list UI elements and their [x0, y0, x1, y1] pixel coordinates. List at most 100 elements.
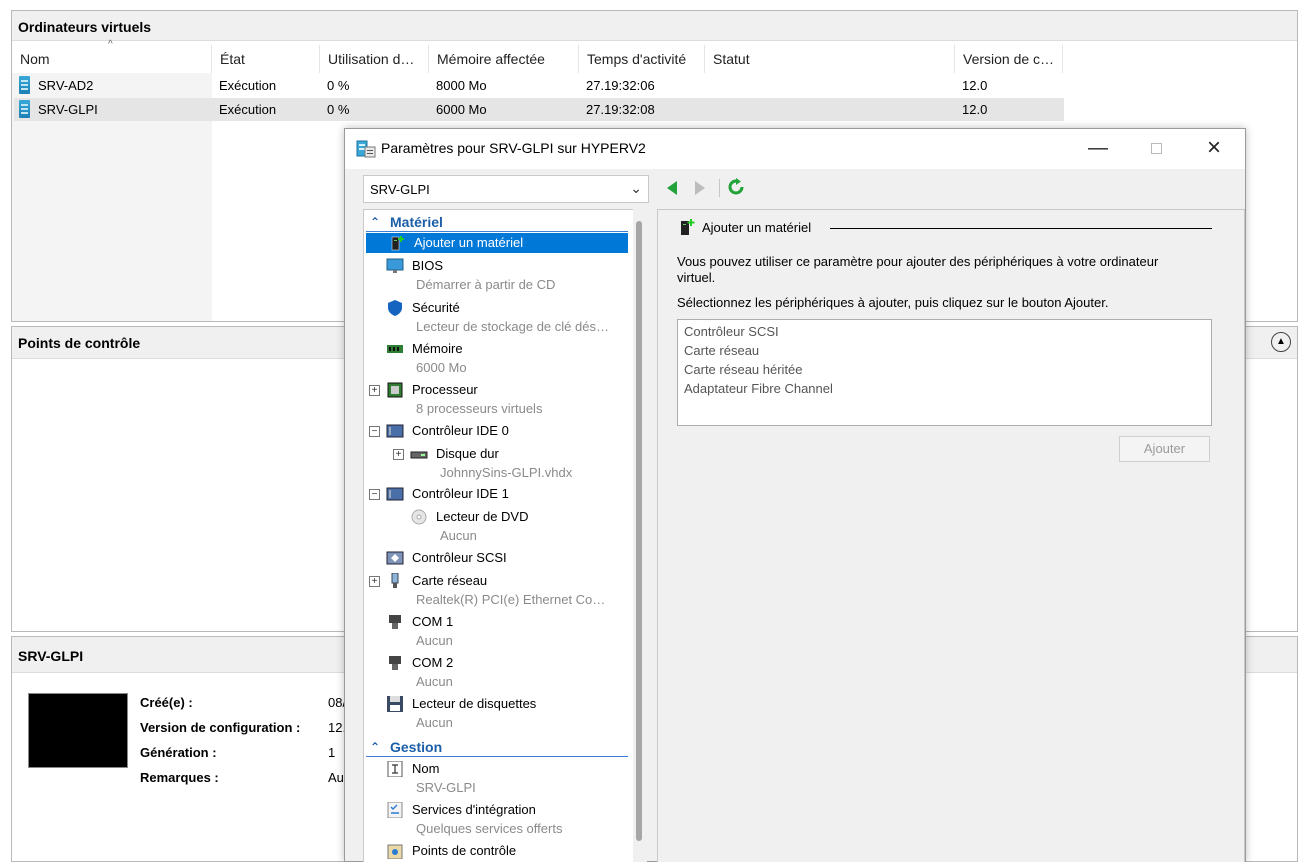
tree-item-sub: Aucun	[416, 674, 453, 689]
virtual-machine-icon	[19, 100, 30, 118]
tree-item-label: Lecteur de DVD	[436, 509, 529, 524]
tree-item-sub: Quelques services offerts	[416, 821, 563, 836]
tree-item-security[interactable]: Sécurité	[386, 298, 626, 318]
tree-item-floppy[interactable]: Lecteur de disquettes	[386, 694, 626, 714]
close-button[interactable]: ×	[1185, 129, 1243, 167]
tree-item-sub: Lecteur de stockage de clé dés…	[416, 319, 609, 334]
vm-select-value: SRV-GLPI	[370, 182, 430, 197]
settings-app-icon	[356, 140, 376, 158]
tree-item-memory[interactable]: Mémoire	[386, 339, 626, 359]
tree-item-integration-services[interactable]: Services d'intégration	[386, 800, 626, 820]
tree-item-label: BIOS	[412, 258, 444, 273]
notes-label: Remarques :	[140, 770, 219, 785]
settings-tree: ⌃ Matériel Ajouter un matériel BIOS Déma…	[363, 209, 643, 862]
tree-item-hard-disk[interactable]: Disque dur	[410, 444, 626, 464]
tree-item-com2[interactable]: COM 2	[386, 653, 626, 673]
list-item[interactable]: Carte réseau héritée	[684, 360, 1205, 379]
col-state[interactable]: État	[212, 45, 320, 73]
col-cpu[interactable]: Utilisation d…	[320, 45, 429, 73]
vm-uptime: 27.19:32:06	[586, 78, 655, 93]
section-hardware[interactable]: ⌃ Matériel	[366, 212, 628, 232]
controller-icon	[386, 487, 404, 501]
expand-icon[interactable]: +	[393, 449, 404, 460]
tree-item-label: COM 2	[412, 655, 454, 670]
tree-scrollbar[interactable]	[633, 209, 647, 862]
tree-item-com1[interactable]: COM 1	[386, 612, 626, 632]
tree-item-label: COM 1	[412, 614, 454, 629]
virtual-machine-icon	[19, 76, 30, 94]
list-item[interactable]: Adaptateur Fibre Channel	[684, 379, 1205, 398]
expand-icon[interactable]: +	[369, 576, 380, 587]
section-management[interactable]: ⌃ Gestion	[366, 737, 628, 757]
collapse-section-icon: ⌃	[370, 740, 381, 754]
list-item[interactable]: Contrôleur SCSI	[684, 322, 1205, 341]
vm-state: Exécution	[219, 78, 277, 93]
tree-item-label: Disque dur	[436, 446, 499, 461]
settings-dialog: Paramètres pour SRV-GLPI sur HYPERV2 — ×…	[344, 128, 1246, 862]
tree-item-sub: Aucun	[440, 528, 477, 543]
col-status[interactable]: Statut	[705, 45, 955, 73]
collapse-icon[interactable]: −	[369, 426, 380, 437]
serial-port-icon	[389, 656, 401, 670]
tree-item-label: Nom	[412, 761, 440, 776]
tree-item-checkpoints[interactable]: Points de contrôle	[386, 841, 626, 861]
tree-item-bios[interactable]: BIOS	[386, 256, 626, 276]
table-row[interactable]: SRV-GLPI Exécution 0 % 6000 Mo 27.19:32:…	[14, 98, 1064, 121]
forward-arrow-icon[interactable]	[693, 180, 707, 196]
tree-item-label: Contrôleur SCSI	[412, 550, 507, 565]
tree-item-sub: Démarrer à partir de CD	[416, 277, 556, 292]
tree-item-processor[interactable]: Processeur	[386, 380, 626, 400]
tree-item-sub: 8 processeurs virtuels	[416, 401, 543, 416]
device-listbox[interactable]: Contrôleur SCSI Carte réseau Carte résea…	[677, 319, 1212, 426]
monitor-icon	[386, 258, 404, 273]
minimize-button[interactable]: —	[1069, 129, 1127, 167]
list-item[interactable]: Carte réseau	[684, 341, 1205, 360]
network-adapter-icon	[391, 573, 399, 588]
created-label: Créé(e) :	[140, 695, 193, 710]
collapse-up-icon[interactable]: ▲	[1271, 332, 1291, 352]
vm-state: Exécution	[219, 102, 277, 117]
tree-item-sub: SRV-GLPI	[416, 780, 476, 795]
tree-item-label: Ajouter un matériel	[414, 235, 524, 250]
dialog-titlebar[interactable]: Paramètres pour SRV-GLPI sur HYPERV2 — ×	[345, 129, 1245, 169]
refresh-icon[interactable]	[727, 178, 745, 196]
vm-select-dropdown[interactable]: SRV-GLPI ⌄	[363, 175, 649, 203]
back-arrow-icon[interactable]	[665, 180, 679, 196]
hard-disk-icon	[410, 451, 428, 459]
collapse-icon[interactable]: −	[369, 489, 380, 500]
col-memory[interactable]: Mémoire affectée	[429, 45, 579, 73]
vm-memory: 8000 Mo	[436, 78, 487, 93]
name-icon	[387, 761, 403, 777]
heading-rule	[830, 228, 1212, 229]
tree-scrollbar-thumb[interactable]	[636, 221, 642, 841]
col-uptime[interactable]: Temps d'activité	[579, 45, 705, 73]
tree-item-label: Mémoire	[412, 341, 463, 356]
processor-icon	[387, 382, 403, 398]
tree-item-label: Contrôleur IDE 1	[412, 486, 509, 501]
vm-thumbnail[interactable]	[28, 693, 128, 768]
tree-item-network[interactable]: Carte réseau	[386, 571, 626, 591]
collapse-section-icon: ⌃	[370, 215, 381, 229]
vm-cpu: 0 %	[327, 78, 350, 93]
maximize-button[interactable]	[1127, 129, 1185, 167]
tree-item-label: Services d'intégration	[412, 802, 536, 817]
config-version-label: Version de configuration :	[140, 720, 301, 735]
dvd-icon	[411, 509, 427, 525]
add-hardware-panel: Ajouter un matériel Vous pouvez utiliser…	[657, 209, 1245, 862]
tree-item-ide1[interactable]: Contrôleur IDE 1	[386, 484, 626, 504]
tree-item-add-hardware[interactable]: Ajouter un matériel	[366, 233, 628, 253]
dialog-title: Paramètres pour SRV-GLPI sur HYPERV2	[381, 140, 646, 156]
vm-version: 12.0	[962, 78, 988, 93]
tree-item-name[interactable]: Nom	[386, 759, 626, 779]
checkpoint-icon	[387, 844, 403, 859]
tree-item-ide0[interactable]: Contrôleur IDE 0	[386, 421, 626, 441]
vm-cpu: 0 %	[327, 102, 350, 117]
floppy-disk-icon	[387, 696, 403, 712]
add-button[interactable]: Ajouter	[1119, 436, 1210, 462]
add-hardware-icon	[681, 219, 695, 235]
tree-item-scsi[interactable]: Contrôleur SCSI	[386, 548, 626, 568]
col-version[interactable]: Version de c…	[955, 45, 1063, 73]
table-row[interactable]: SRV-AD2 Exécution 0 % 8000 Mo 27.19:32:0…	[14, 74, 1064, 97]
tree-item-dvd[interactable]: Lecteur de DVD	[410, 507, 626, 527]
expand-icon[interactable]: +	[369, 385, 380, 396]
